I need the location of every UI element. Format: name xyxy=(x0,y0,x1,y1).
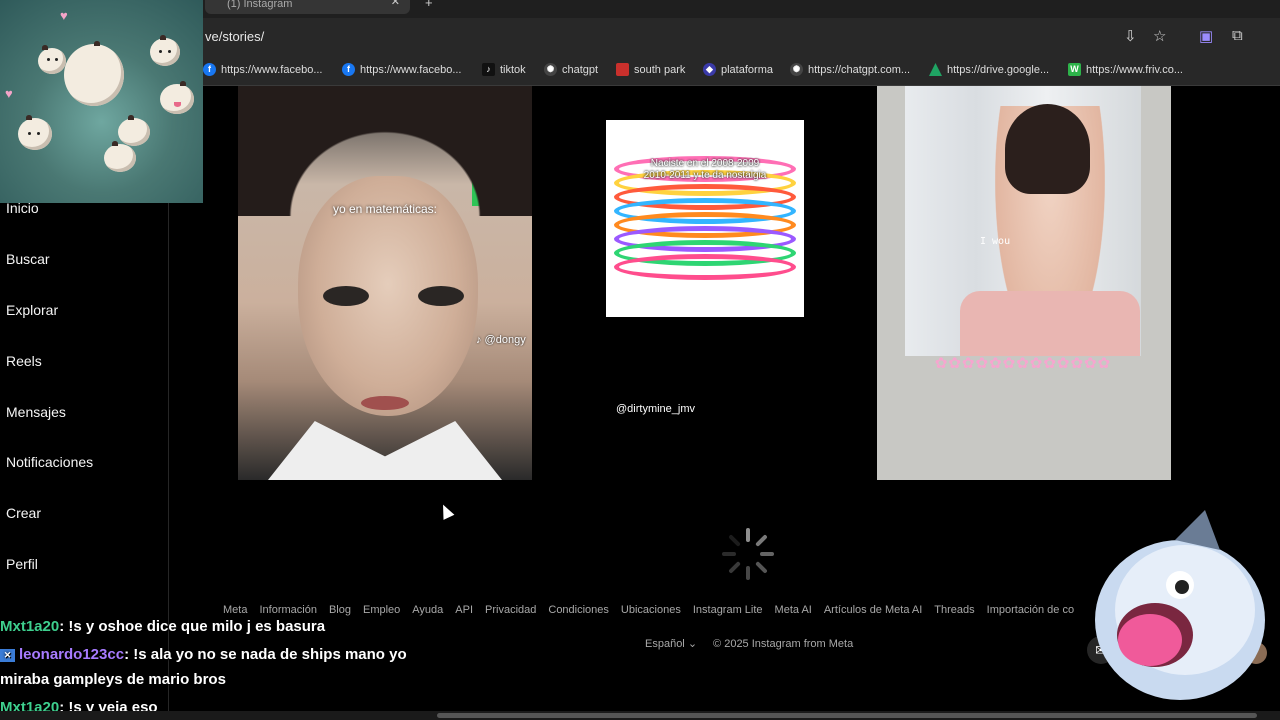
sidebar-item-explorar[interactable]: Explorar xyxy=(6,302,58,318)
bookmark-label: south park xyxy=(634,63,686,76)
poro-figure xyxy=(150,35,180,66)
scrollbar-thumb[interactable] xyxy=(437,713,1257,718)
poro-figure xyxy=(118,115,150,146)
bookmark-item[interactable]: Whttps://www.friv.co... xyxy=(1068,63,1183,76)
chatgpt-icon: ✺ xyxy=(544,63,557,76)
bookmark-item[interactable]: south park xyxy=(616,63,685,76)
chat-username: Mxt1a20 xyxy=(0,618,60,635)
browser-tab[interactable]: (1) Instagram ✕ xyxy=(205,0,410,14)
story-post-1[interactable]: yo en matemáticas: ♪ @dongy xyxy=(238,86,532,480)
sidebar-item-notificaciones[interactable]: Notificaciones xyxy=(6,454,93,470)
sidebar-item-crear[interactable]: Crear xyxy=(6,505,41,521)
bookmark-item[interactable]: ✺ https://chatgpt.com... xyxy=(790,63,910,76)
bookmark-label: plataforma xyxy=(721,63,773,76)
poro-figure xyxy=(104,141,136,172)
bookmark-item[interactable]: f https://www.facebo... xyxy=(342,63,462,76)
prime-badge-icon: ✕ xyxy=(0,649,15,662)
footer-link[interactable]: Ubicaciones xyxy=(621,604,681,616)
language-select[interactable]: Español ⌄ xyxy=(645,638,697,650)
plataforma-icon: ◆ xyxy=(703,63,716,76)
google-drive-icon xyxy=(929,63,942,76)
flower-sticker-row: ✿✿✿✿✿✿✿✿✿✿✿✿✿ xyxy=(934,355,1112,372)
footer-link[interactable]: Información xyxy=(259,604,316,616)
bookmark-label: https://www.friv.co... xyxy=(1086,63,1183,76)
language-label: Español xyxy=(645,638,685,650)
bookmark-label: https://www.facebo... xyxy=(221,63,323,76)
post-username[interactable]: @dirtymine_jmv xyxy=(616,403,695,415)
poro-figure xyxy=(64,41,124,106)
heart-icon: ♥ xyxy=(60,8,68,23)
footer-link[interactable]: API xyxy=(455,604,473,616)
sidebar-item-buscar[interactable]: Buscar xyxy=(6,251,50,267)
new-tab-icon[interactable]: + xyxy=(425,0,433,10)
poro-mascot-overlay xyxy=(1095,510,1265,700)
chat-username: leonardo123cc xyxy=(19,646,125,663)
poro-figure xyxy=(160,81,194,114)
caption-line: 2010-2011 y te da nostalgia xyxy=(643,170,767,181)
story-post-3[interactable]: I wou ✿✿✿✿✿✿✿✿✿✿✿✿✿ xyxy=(877,86,1171,480)
chat-text: : !s y oshoe dice que milo j es basura xyxy=(59,618,326,635)
bookmark-item[interactable]: ◆ plataforma xyxy=(703,63,773,76)
portrait-photo: I wou xyxy=(905,86,1141,356)
footer-link[interactable]: Importación de co xyxy=(987,604,1074,616)
footer-link[interactable]: Threads xyxy=(934,604,974,616)
heart-icon: ♥ xyxy=(5,86,13,101)
facebook-icon: f xyxy=(203,63,216,76)
bookmark-label: https://www.facebo... xyxy=(360,63,462,76)
mouse-cursor-icon xyxy=(437,502,455,520)
url-field[interactable]: ve/stories/ xyxy=(205,29,264,44)
chat-message: ✕ leonardo123cc: !s ala yo no se nada de … xyxy=(0,646,407,663)
bookmark-label: tiktok xyxy=(500,63,526,76)
poro-figure xyxy=(18,115,52,150)
footer-meta: Español ⌄ © 2025 Instagram from Meta xyxy=(645,637,853,650)
stream-overlay-poro-image: ♥ ♥ xyxy=(0,0,203,203)
footer-link[interactable]: Instagram Lite xyxy=(693,604,763,616)
story-post-2[interactable]: Naciste en el 2008-2009 2010-2011 y te d… xyxy=(606,120,804,317)
footer-link[interactable]: Condiciones xyxy=(548,604,609,616)
bookmark-item[interactable]: https://drive.google... xyxy=(929,63,1049,76)
footer-link[interactable]: Artículos de Meta AI xyxy=(824,604,922,616)
chevron-down-icon: ⌄ xyxy=(687,638,698,650)
poro-figure xyxy=(38,45,66,74)
tab-title: (1) Instagram xyxy=(227,0,293,10)
chat-text: : !s ala yo no se nada de ships mano yo xyxy=(124,646,407,663)
horizontal-scrollbar[interactable] xyxy=(0,711,1280,720)
post-caption: yo en matemáticas: xyxy=(332,202,438,216)
footer-link[interactable]: Privacidad xyxy=(485,604,536,616)
chat-message: Mxt1a20: !s y oshoe dice que milo j es b… xyxy=(0,618,325,635)
bookmark-item[interactable]: f https://www.facebo... xyxy=(203,63,323,76)
sidebar-item-mensajes[interactable]: Mensajes xyxy=(6,404,66,420)
bookmark-item[interactable]: ✺ chatgpt xyxy=(544,63,598,76)
bookmark-label: https://drive.google... xyxy=(947,63,1050,76)
friv-icon: W xyxy=(1068,63,1081,76)
install-app-icon[interactable]: ⇩ xyxy=(1124,27,1137,45)
caption-line: Naciste en el 2008-2009 xyxy=(650,158,760,169)
tiktok-icon: ♪ xyxy=(482,63,495,76)
footer-links: Meta Información Blog Empleo Ayuda API Privaci… xyxy=(223,604,1086,616)
sidebar-item-perfil[interactable]: Perfil xyxy=(6,556,38,572)
extensions-puzzle-icon[interactable]: ⧉ xyxy=(1232,27,1243,44)
loading-spinner-icon xyxy=(722,528,774,580)
chatgpt-icon: ✺ xyxy=(790,63,803,76)
bookmark-label: chatgpt xyxy=(562,63,599,76)
footer-link[interactable]: Meta AI xyxy=(775,604,812,616)
footer-link[interactable]: Meta xyxy=(223,604,247,616)
sidebar-item-reels[interactable]: Reels xyxy=(6,353,42,369)
bookmark-label: https://chatgpt.com... xyxy=(808,63,911,76)
footer-link[interactable]: Blog xyxy=(329,604,351,616)
chat-text: miraba gampleys de mario bros xyxy=(0,671,226,688)
close-tab-icon[interactable]: ✕ xyxy=(391,0,400,8)
footer-link[interactable]: Ayuda xyxy=(412,604,443,616)
copyright-text: © 2025 Instagram from Meta xyxy=(713,638,854,650)
facebook-icon: f xyxy=(342,63,355,76)
bookmark-item[interactable]: ♪ tiktok xyxy=(482,63,526,76)
extension-game-icon[interactable]: ▣ xyxy=(1199,27,1213,45)
post-caption: Naciste en el 2008-2009 2010-2011 y te d… xyxy=(606,158,804,182)
chat-message: miraba gampleys de mario bros xyxy=(0,671,226,688)
south-park-icon xyxy=(616,63,629,76)
bookmark-star-icon[interactable]: ☆ xyxy=(1153,27,1166,45)
tiktok-watermark: ♪ @dongy xyxy=(476,334,526,346)
overlay-text: I wou xyxy=(980,236,1011,247)
footer-link[interactable]: Empleo xyxy=(363,604,400,616)
